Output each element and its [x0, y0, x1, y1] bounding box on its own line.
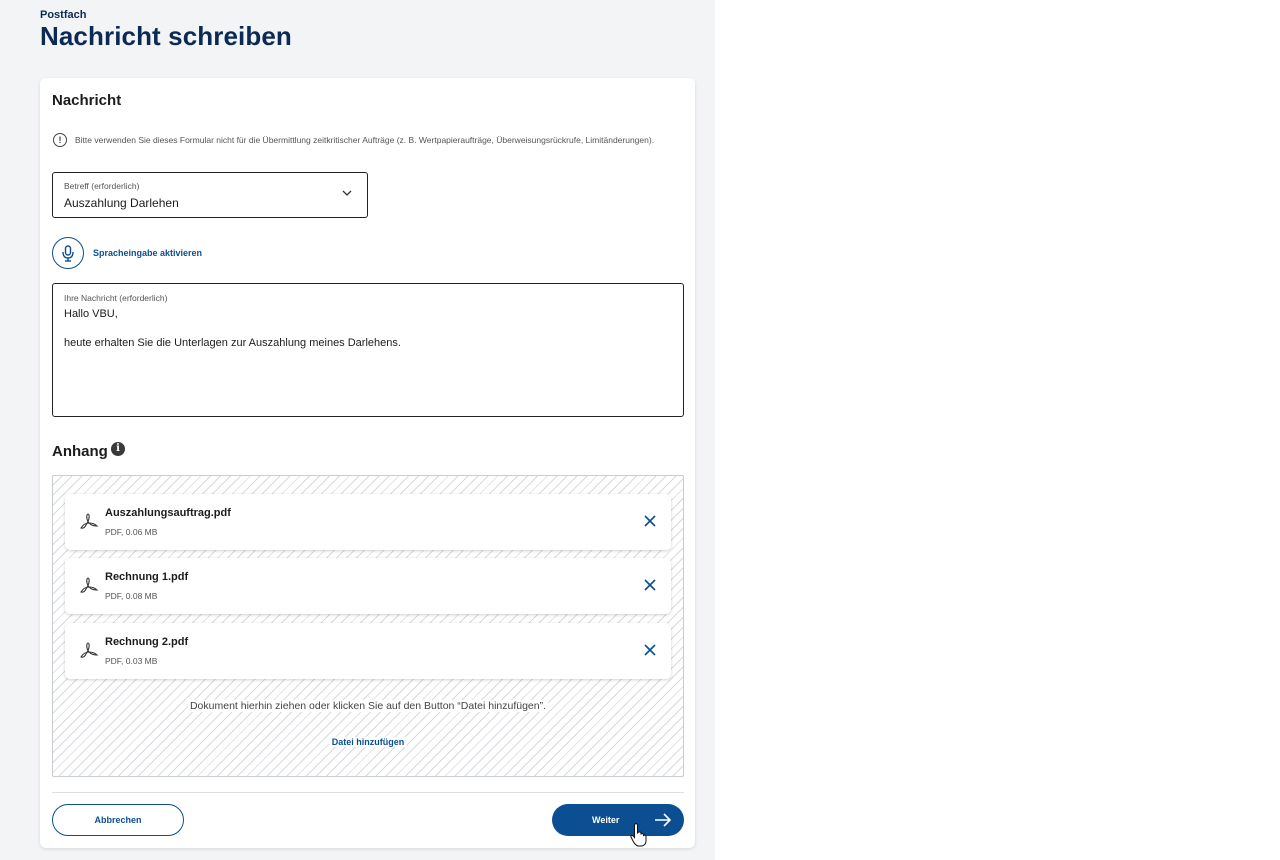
- attachment-dropzone[interactable]: Auszahlungsauftrag.pdf PDF, 0.06 MB Rech…: [52, 475, 684, 777]
- drop-hint: Dokument hierhin ziehen oder klicken Sie…: [53, 700, 683, 712]
- attachments-title: Anhang: [52, 443, 108, 460]
- pdf-icon: [80, 642, 99, 658]
- attachment-item: Rechnung 1.pdf PDF, 0.08 MB: [65, 558, 671, 614]
- subject-label: Betreff (erforderlich): [64, 181, 140, 191]
- close-icon[interactable]: [643, 578, 657, 592]
- attachment-name: Rechnung 1.pdf: [105, 571, 189, 583]
- cancel-button[interactable]: Abbrechen: [52, 804, 184, 836]
- arrow-right-icon: [655, 813, 672, 827]
- attachment-item: Auszahlungsauftrag.pdf PDF, 0.06 MB: [65, 494, 671, 550]
- close-icon[interactable]: [643, 514, 657, 528]
- add-file-link[interactable]: Datei hinzufügen: [53, 737, 683, 747]
- section-title: Nachricht: [52, 92, 122, 109]
- message-label: Ihre Nachricht (erforderlich): [64, 293, 168, 303]
- info-circle-icon: !: [53, 133, 67, 147]
- attachment-meta: PDF, 0.08 MB: [105, 591, 158, 601]
- subject-value: Auszahlung Darlehen: [64, 196, 179, 210]
- pdf-icon: [80, 513, 99, 529]
- subject-select[interactable]: Betreff (erforderlich) Auszahlung Darleh…: [52, 172, 368, 218]
- next-button[interactable]: Weiter: [552, 804, 684, 836]
- message-textarea[interactable]: Ihre Nachricht (erforderlich) Hallo VBU,…: [52, 283, 684, 417]
- drop-hint-text: Dokument hierhin ziehen oder klicken Sie…: [187, 700, 549, 712]
- attachment-meta: PDF, 0.03 MB: [105, 656, 158, 666]
- page-title: Nachricht schreiben: [40, 21, 292, 51]
- voice-input-label[interactable]: Spracheingabe aktivieren: [93, 248, 202, 258]
- voice-input-button[interactable]: [52, 237, 86, 271]
- message-form-card: Nachricht ! Bitte verwenden Sie dieses F…: [40, 78, 695, 848]
- message-text-line: heute erhalten Sie die Unterlagen zur Au…: [64, 337, 401, 349]
- attachment-name: Auszahlungsauftrag.pdf: [105, 507, 231, 519]
- add-file-label[interactable]: Datei hinzufügen: [328, 737, 408, 747]
- message-text-line: Hallo VBU,: [64, 308, 118, 320]
- next-button-label: Weiter: [592, 815, 620, 825]
- chevron-down-icon: [342, 190, 352, 196]
- info-icon[interactable]: i: [111, 442, 125, 456]
- pdf-icon: [80, 577, 99, 593]
- notice-text: Bitte verwenden Sie dieses Formular nich…: [75, 135, 655, 145]
- attachment-name: Rechnung 2.pdf: [105, 636, 189, 648]
- breadcrumb[interactable]: Postfach: [40, 9, 86, 21]
- divider: [52, 792, 684, 793]
- attachment-meta: PDF, 0.06 MB: [105, 527, 158, 537]
- voice-button-circle: [52, 237, 84, 269]
- microphone-icon: [62, 245, 74, 262]
- attachment-item: Rechnung 2.pdf PDF, 0.03 MB: [65, 623, 671, 679]
- close-icon[interactable]: [643, 643, 657, 657]
